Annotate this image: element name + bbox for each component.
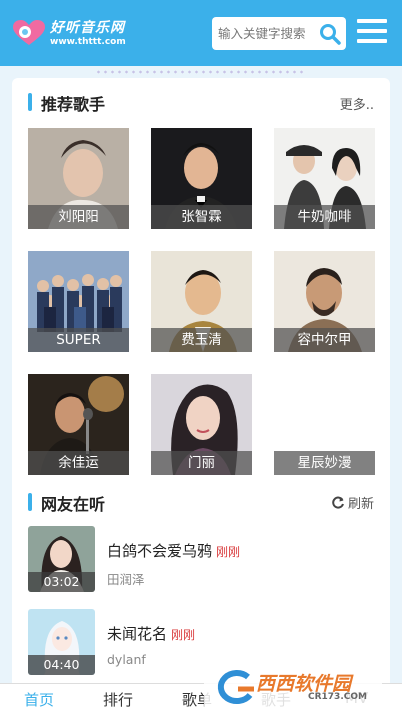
song-title-text: 未闻花名 [107, 625, 168, 643]
app-header: 好听音乐网 www.thttt.com [0, 0, 402, 66]
artist-name: 容中尔甲 [274, 328, 375, 352]
artist-name: 门丽 [151, 451, 252, 475]
artist-card[interactable]: 刘阳阳 [28, 128, 129, 229]
song-title: 白鸽不会爱乌鸦 刚刚 [107, 540, 240, 561]
listening-header: 网友在听 刷新 [28, 490, 374, 514]
logo-title: 好听音乐网 [50, 20, 125, 36]
song-artist: dylanf [107, 652, 146, 667]
watermark: 西西软件园 CR173.COM [204, 665, 382, 709]
search-input[interactable] [218, 23, 316, 44]
recommend-title: 推荐歌手 [41, 95, 106, 114]
artist-name: 余佳运 [28, 451, 129, 475]
logo-heart-icon [13, 20, 45, 45]
recommend-header: 推荐歌手 更多.. [28, 90, 374, 114]
artist-card[interactable]: 容中尔甲 [274, 251, 375, 352]
decorative-dots [95, 70, 305, 74]
section-accent-bar [28, 493, 32, 511]
song-item[interactable]: 03:02 白鸽不会爱乌鸦 刚刚 田润泽 [28, 526, 374, 592]
artist-name: 刘阳阳 [28, 205, 129, 229]
watermark-logo-icon [217, 670, 254, 705]
tab-ranking[interactable]: 排行 [103, 689, 133, 710]
artist-name: 费玉清 [151, 328, 252, 352]
song-artist: 田润泽 [107, 572, 145, 587]
artist-card[interactable]: 牛奶咖啡 [274, 128, 375, 229]
artist-card[interactable]: 费玉清 [151, 251, 252, 352]
artist-card[interactable]: 门丽 [151, 374, 252, 475]
site-logo[interactable]: 好听音乐网 www.thttt.com [12, 17, 152, 51]
search-box [212, 17, 346, 50]
refresh-icon [332, 496, 344, 508]
artist-name: 星辰妙漫 [274, 451, 375, 475]
song-played-time: 刚刚 [171, 628, 196, 642]
tab-home[interactable]: 首页 [24, 689, 54, 710]
artist-card[interactable]: 张智霖 [151, 128, 252, 229]
song-duration: 04:40 [28, 655, 95, 675]
search-icon[interactable] [319, 23, 341, 45]
artist-card[interactable]: 星辰妙漫 [274, 374, 375, 475]
artist-card[interactable]: 余佳运 [28, 374, 129, 475]
song-played-time: 刚刚 [216, 545, 241, 559]
artist-name: 张智霖 [151, 205, 252, 229]
logo-url: www.thttt.com [50, 37, 126, 47]
song-title: 未闻花名 刚刚 [107, 623, 195, 644]
content-card: 推荐歌手 更多.. 刘阳阳 张智霖 牛奶咖啡 SUPER 费玉清 容中尔甲 余佳… [12, 78, 390, 688]
section-accent-bar [28, 93, 32, 111]
artist-card[interactable]: SUPER [28, 251, 129, 352]
artist-name: SUPER [28, 328, 129, 352]
refresh-label: 刷新 [347, 497, 374, 512]
artist-name: 牛奶咖啡 [274, 205, 375, 229]
song-thumbnail: 03:02 [28, 526, 95, 592]
more-link[interactable]: 更多.. [340, 94, 374, 113]
song-title-text: 白鸽不会爱乌鸦 [107, 542, 213, 560]
listening-title: 网友在听 [41, 495, 106, 514]
menu-icon[interactable] [357, 19, 387, 45]
refresh-button[interactable]: 刷新 [331, 493, 374, 512]
watermark-url: CR173.COM [308, 692, 367, 702]
song-thumbnail: 04:40 [28, 609, 95, 675]
song-duration: 03:02 [28, 572, 95, 592]
